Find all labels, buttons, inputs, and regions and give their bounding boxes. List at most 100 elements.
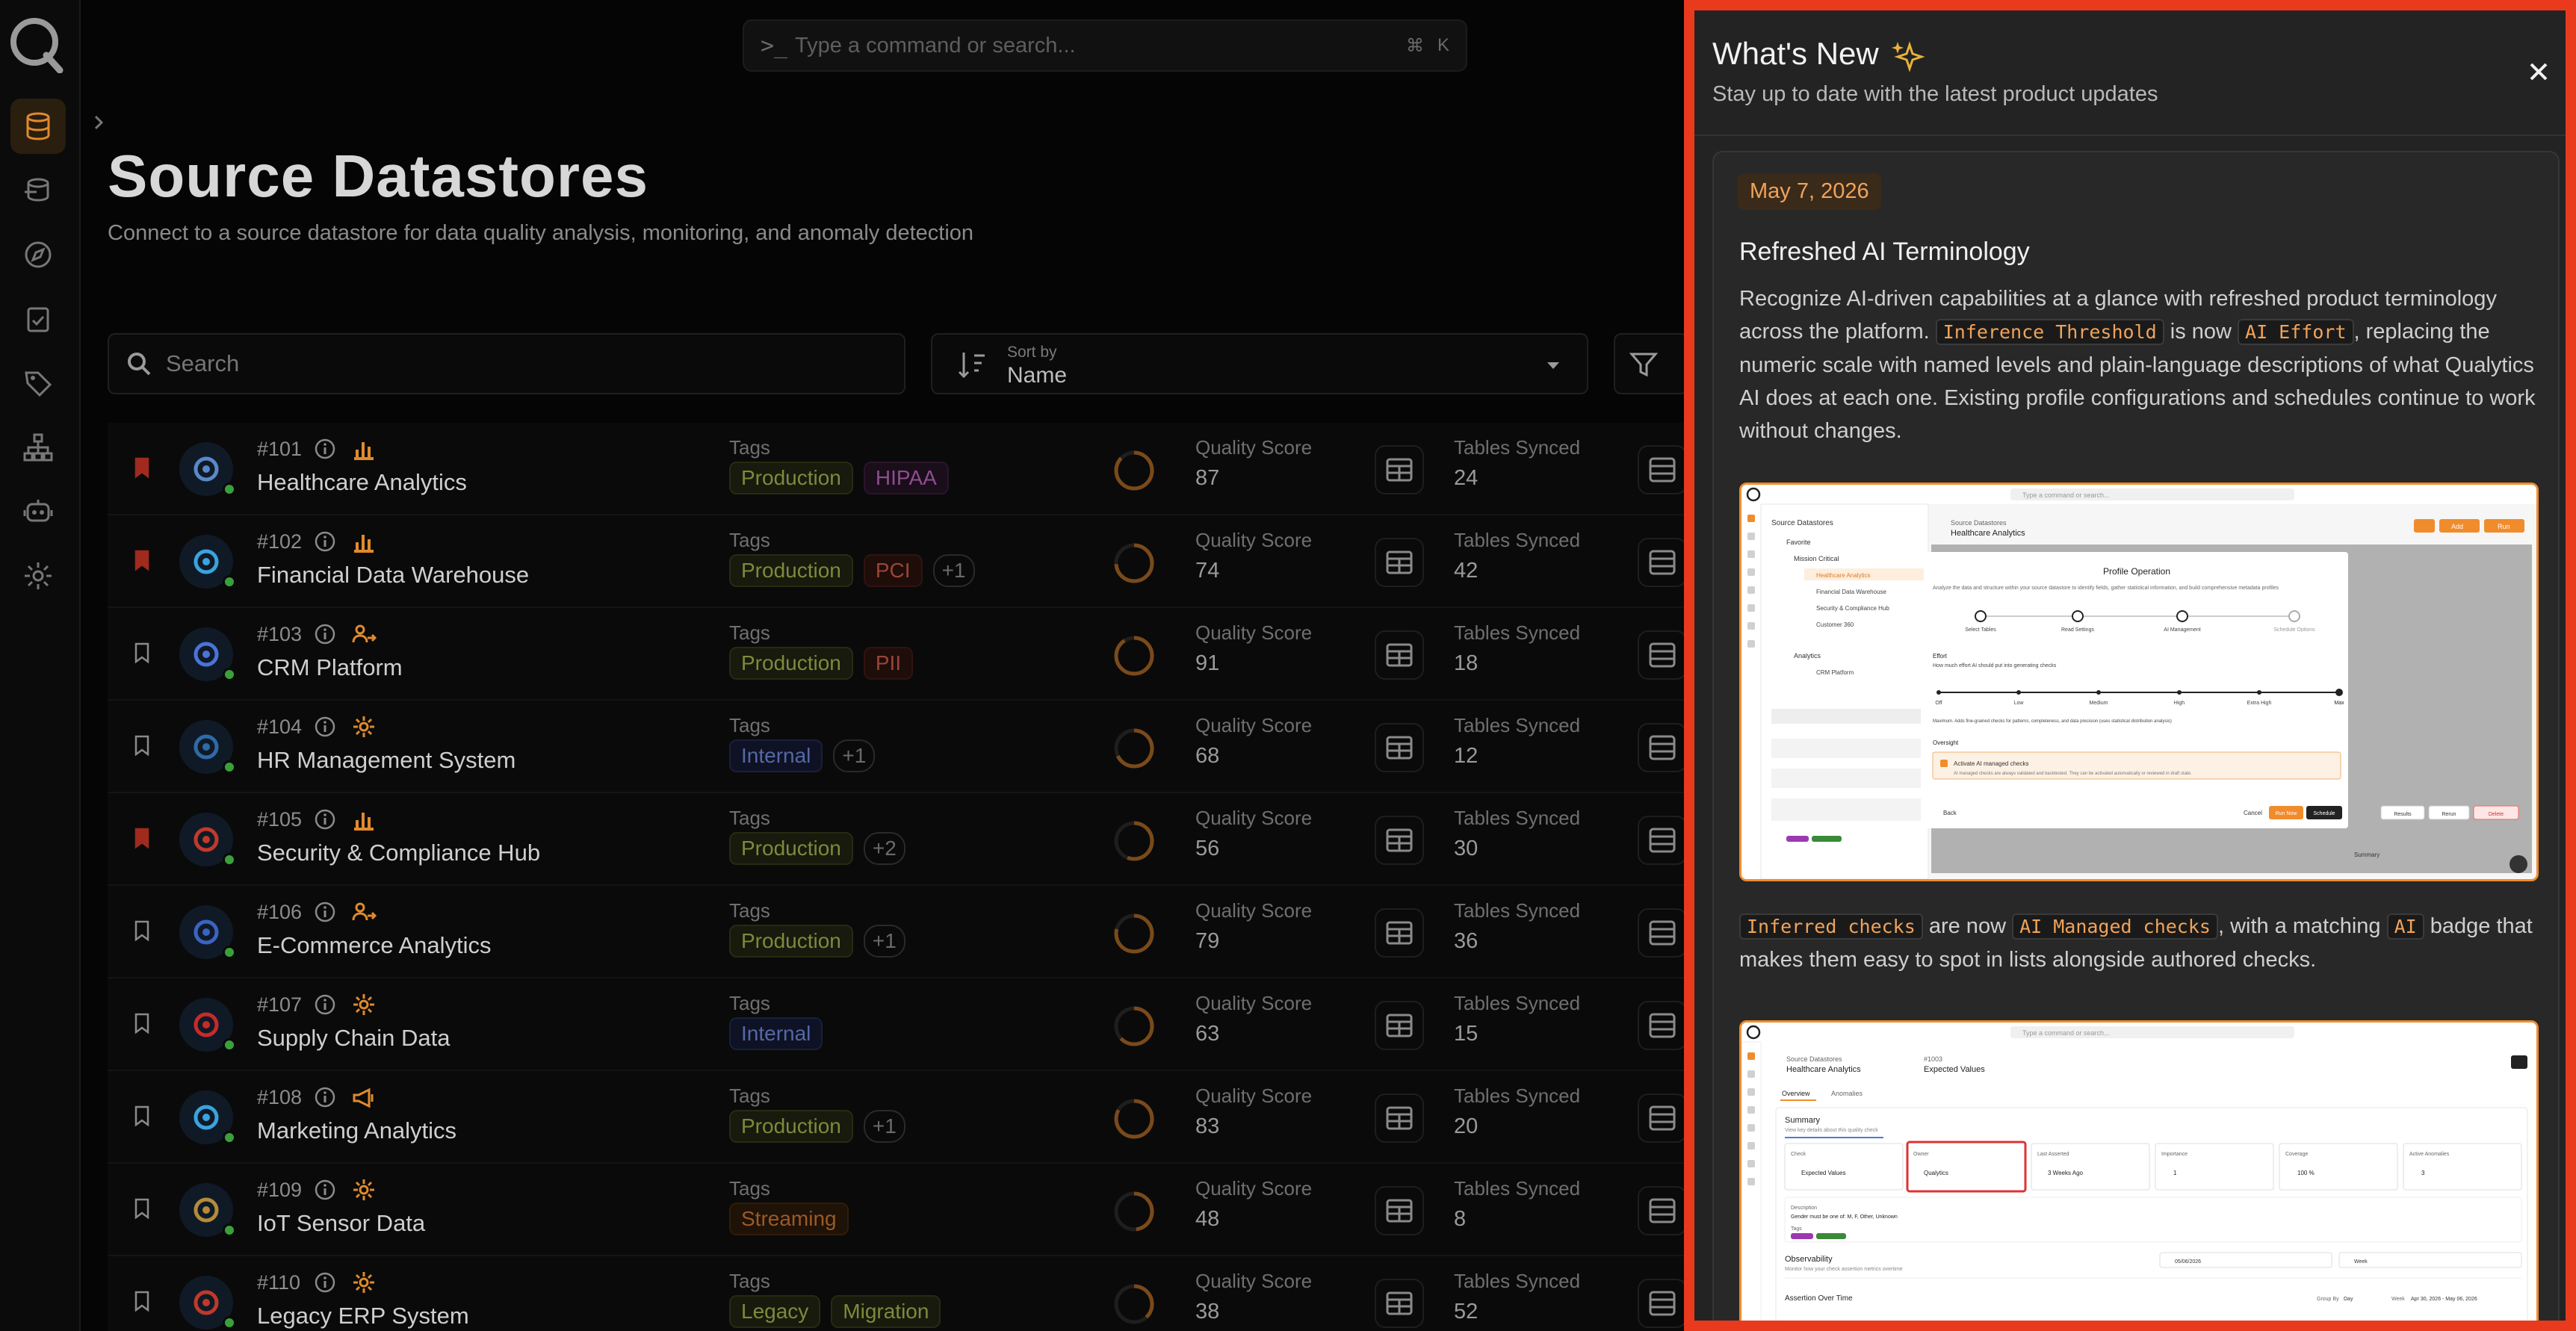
- nav-lineage-icon[interactable]: [10, 420, 66, 475]
- screenshot-check-overview[interactable]: Type a command or search... Source Datas…: [1739, 1020, 2539, 1321]
- datastore-name[interactable]: IoT Sensor Data: [257, 1210, 425, 1237]
- info-icon[interactable]: [314, 1086, 336, 1108]
- datastore-row[interactable]: #110 Legacy ERP System Tags Legacy Migrat…: [108, 1256, 1691, 1331]
- datastore-row[interactable]: #104 HR Management System Tags Internal +…: [108, 701, 1691, 793]
- more-tags-badge[interactable]: +2: [863, 832, 905, 865]
- datastore-row[interactable]: #106 E-Commerce Analytics Tags Productio…: [108, 886, 1691, 978]
- records-icon[interactable]: [1638, 538, 1687, 587]
- more-tags-badge[interactable]: +1: [932, 554, 975, 587]
- tables-synced-value: 52: [1454, 1300, 1479, 1324]
- records-icon[interactable]: [1638, 1186, 1687, 1235]
- search-input[interactable]: Search: [108, 333, 905, 394]
- info-icon[interactable]: [314, 623, 336, 645]
- nav-enrichment-icon[interactable]: [10, 163, 66, 218]
- nav-settings-icon[interactable]: [10, 548, 66, 604]
- tag-badge[interactable]: PII: [863, 647, 914, 680]
- tag-badge[interactable]: HIPAA: [863, 462, 949, 494]
- datastore-row[interactable]: #101 Healthcare Analytics Tags Productio…: [108, 423, 1691, 515]
- bookmark-icon[interactable]: [134, 457, 149, 478]
- nav-datastores-icon[interactable]: [10, 99, 66, 154]
- bookmark-icon[interactable]: [134, 1198, 149, 1219]
- tag-badge[interactable]: Internal: [729, 739, 823, 772]
- datastore-name[interactable]: E-Commerce Analytics: [257, 932, 492, 959]
- tag-badge[interactable]: Production: [729, 832, 853, 865]
- quality-score-ring: [1114, 1191, 1154, 1232]
- sort-select[interactable]: Sort by Name: [931, 333, 1588, 394]
- tag-badge[interactable]: Production: [729, 1110, 853, 1143]
- tags-group: Internal +1: [729, 739, 876, 772]
- info-icon[interactable]: [314, 716, 336, 738]
- more-tags-badge[interactable]: +1: [863, 925, 905, 958]
- datastore-name[interactable]: HR Management System: [257, 747, 515, 774]
- datastore-name[interactable]: Financial Data Warehouse: [257, 562, 529, 589]
- datastore-row[interactable]: #108 Marketing Analytics Tags Production…: [108, 1071, 1691, 1164]
- filter-button[interactable]: [1614, 333, 1688, 394]
- bookmark-icon[interactable]: [134, 920, 149, 941]
- sort-icon: [958, 353, 985, 379]
- search-placeholder: Search: [166, 350, 240, 376]
- table-icon: [1375, 723, 1424, 772]
- nav-explore-icon[interactable]: [10, 227, 66, 282]
- tag-badge[interactable]: Internal: [729, 1017, 823, 1050]
- datastore-row[interactable]: #102 Financial Data Warehouse Tags Produ…: [108, 515, 1691, 608]
- datastore-name[interactable]: Marketing Analytics: [257, 1117, 456, 1144]
- info-icon[interactable]: [314, 993, 336, 1016]
- records-icon[interactable]: [1638, 1001, 1687, 1050]
- datastore-row[interactable]: #107 Supply Chain Data Tags Internal Qua…: [108, 978, 1691, 1071]
- datastore-name[interactable]: Security & Compliance Hub: [257, 840, 540, 866]
- tags-label: Tags: [729, 807, 770, 829]
- tag-badge[interactable]: PCI: [863, 554, 923, 587]
- gear-icon: [351, 992, 377, 1017]
- tag-badge[interactable]: Production: [729, 647, 853, 680]
- records-icon[interactable]: [1638, 908, 1687, 958]
- datastore-id: #109: [257, 1179, 303, 1201]
- bookmark-icon[interactable]: [134, 642, 149, 663]
- more-tags-badge[interactable]: +1: [863, 1110, 905, 1143]
- datastore-row[interactable]: #103 CRM Platform Tags Production PII Qua…: [108, 608, 1691, 701]
- datastore-name[interactable]: Supply Chain Data: [257, 1025, 451, 1052]
- records-icon[interactable]: [1638, 1279, 1687, 1328]
- nav-checks-icon[interactable]: [10, 291, 66, 347]
- tag-badge[interactable]: Production: [729, 462, 853, 494]
- tag-badge[interactable]: Migration: [831, 1295, 941, 1328]
- info-icon[interactable]: [314, 438, 336, 460]
- info-icon[interactable]: [314, 1179, 336, 1201]
- quality-score-label: Quality Score: [1195, 621, 1313, 644]
- bookmark-icon[interactable]: [134, 1013, 149, 1034]
- more-tags-badge[interactable]: +1: [833, 739, 876, 772]
- datastore-name[interactable]: Legacy ERP System: [257, 1303, 469, 1330]
- datastore-name[interactable]: Healthcare Analytics: [257, 469, 467, 496]
- bookmark-icon[interactable]: [134, 1105, 149, 1126]
- expand-sidebar-chevron-icon[interactable]: [84, 108, 114, 137]
- records-icon[interactable]: [1638, 445, 1687, 494]
- bookmark-icon[interactable]: [134, 735, 149, 756]
- records-icon[interactable]: [1638, 816, 1687, 865]
- datastore-row[interactable]: #109 IoT Sensor Data Tags Streaming Qual…: [108, 1164, 1691, 1256]
- tags-label: Tags: [729, 992, 770, 1014]
- datastore-row[interactable]: #105 Security & Compliance Hub Tags Prod…: [108, 793, 1691, 886]
- nav-agent-icon[interactable]: [10, 484, 66, 539]
- close-icon[interactable]: [2525, 58, 2552, 85]
- shot2-group-by: Group By: [2317, 1297, 2339, 1302]
- tag-badge[interactable]: Production: [729, 554, 853, 587]
- shot2-timeframe: Week: [2354, 1259, 2368, 1265]
- datastore-name[interactable]: CRM Platform: [257, 654, 403, 681]
- bookmark-icon[interactable]: [134, 1291, 149, 1312]
- nav-tags-icon[interactable]: [10, 356, 66, 411]
- tag-badge[interactable]: Legacy: [729, 1295, 821, 1328]
- records-icon[interactable]: [1638, 630, 1687, 680]
- info-icon[interactable]: [314, 530, 336, 553]
- tag-badge[interactable]: Streaming: [729, 1203, 849, 1235]
- bookmark-icon[interactable]: [134, 828, 149, 848]
- info-icon[interactable]: [314, 901, 336, 923]
- tag-badge[interactable]: Production: [729, 925, 853, 958]
- qualytics-logo[interactable]: [7, 13, 64, 73]
- command-search-bar[interactable]: >_ Type a command or search... ⌘ K: [743, 19, 1467, 72]
- records-icon[interactable]: [1638, 723, 1687, 772]
- shot1-delete: Delete: [2489, 812, 2504, 817]
- info-icon[interactable]: [314, 808, 336, 831]
- bookmark-icon[interactable]: [134, 550, 149, 571]
- screenshot-profile-operation[interactable]: Type a command or search... Source Datas…: [1739, 483, 2539, 881]
- info-icon[interactable]: [314, 1271, 336, 1294]
- records-icon[interactable]: [1638, 1093, 1687, 1143]
